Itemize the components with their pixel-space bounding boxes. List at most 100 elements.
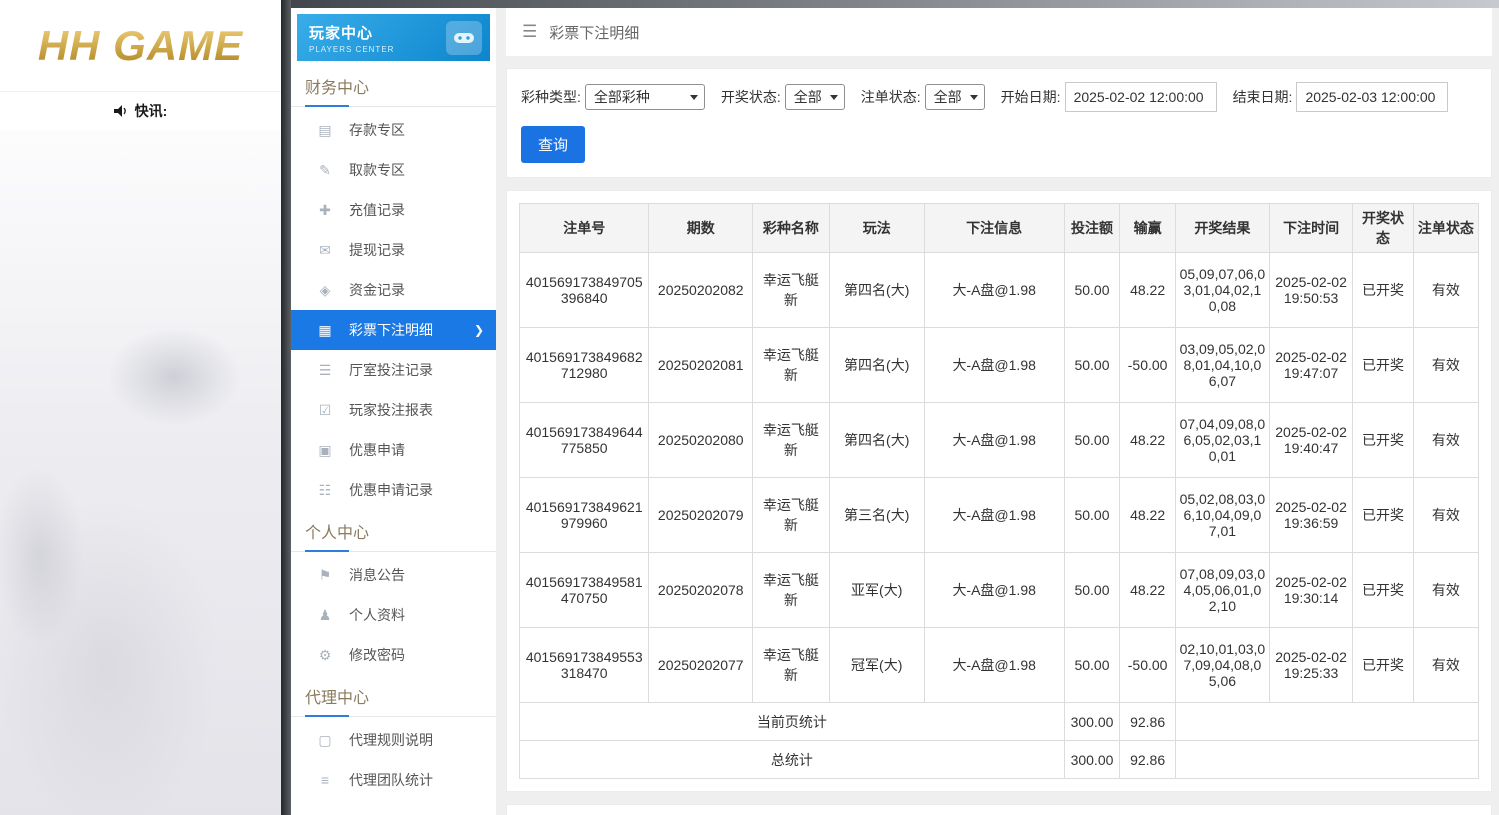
cell-order-id: 401569173849644775850: [518, 402, 650, 478]
table-row: 401569173849705396840 20250202082 幸运飞艇新 第四名…: [518, 252, 1480, 328]
table-body: 401569173849705396840 20250202082 幸运飞艇新 第四名…: [518, 252, 1480, 703]
lottery-type-select[interactable]: 全部彩种: [584, 84, 705, 110]
cell-order-status: 有效: [1412, 477, 1480, 553]
summary-label: 总统计: [519, 740, 1065, 779]
pagination-bar: 每页显示20条 共6条 首页 上一页 1 下一页 第 页 跳转: [506, 804, 1492, 815]
sidebar-item-hall-bet-record[interactable]: ☰ 厅室投注记录: [291, 350, 496, 390]
cell-bet-info: 大-A盘@1.98: [923, 402, 1065, 478]
filter-card: 彩种类型: 全部彩种 开奖状态: 全部 注单状态: 全部 开始日期: 结束日期:: [506, 68, 1492, 178]
column-header: 下注信息: [923, 203, 1065, 253]
cell-bet-info: 大-A盘@1.98: [923, 252, 1065, 328]
sidebar-item-cashout-record[interactable]: ✉ 提现记录: [291, 230, 496, 270]
sidebar-item-label: 修改密码: [349, 647, 405, 663]
sidebar-item-withdraw-zone[interactable]: ✎ 取款专区: [291, 150, 496, 190]
bet-table: 注单号 期数 彩种名称 玩法 下注信息 投注额 输赢 开奖结果 下注时间 开奖状态 注单状态 401…: [518, 203, 1480, 779]
cell-order-id: 401569173849621979960: [518, 477, 650, 553]
sidebar-item-agent-rules[interactable]: ▢ 代理规则说明: [291, 720, 496, 760]
sidebar-item-agent-team-stats[interactable]: ≡ 代理团队统计: [291, 760, 496, 800]
start-date-input[interactable]: [1064, 82, 1217, 112]
cell-bet-time: 2025-02-02 19:25:33: [1268, 627, 1354, 703]
sidebar-item-profile[interactable]: ♟ 个人资料: [291, 595, 496, 635]
draw-status-select[interactable]: 全部: [784, 84, 845, 110]
end-date-input[interactable]: [1296, 82, 1449, 112]
player-bet-report-icon: ☑: [318, 401, 332, 418]
speaker-icon: [113, 105, 126, 117]
sidebar-item-player-bet-report[interactable]: ☑ 玩家投注报表: [291, 390, 496, 430]
cell-bet-info: 大-A盘@1.98: [923, 477, 1065, 553]
cell-period: 20250202079: [648, 477, 754, 553]
top-strip: [291, 0, 1499, 8]
order-status-select[interactable]: 全部: [924, 84, 985, 110]
sidebar-item-deposit-zone[interactable]: ▤ 存款专区: [291, 110, 496, 150]
sidebar-item-label: 代理规则说明: [349, 732, 433, 748]
sidebar-item-label: 提现记录: [349, 242, 405, 258]
cell-bet-time: 2025-02-02 19:40:47: [1268, 402, 1354, 478]
background-image: [0, 130, 281, 815]
cell-lottery-name: 幸运飞艇新: [752, 627, 830, 703]
sidebar-item-label: 代理团队统计: [349, 772, 433, 788]
column-header: 注单号: [518, 203, 650, 253]
recharge-record-icon: ✚: [319, 201, 331, 218]
sidebar-item-recharge-record[interactable]: ✚ 充值记录: [291, 190, 496, 230]
cell-lottery-name: 幸运飞艇新: [752, 327, 830, 403]
sidebar-item-label: 取款专区: [349, 162, 405, 178]
cell-draw-status: 已开奖: [1352, 552, 1414, 628]
sidebar-item-promo-apply[interactable]: ▣ 优惠申请: [291, 430, 496, 470]
sidebar-section-title: 个人中心: [291, 510, 496, 552]
topbar: ☰ 彩票下注明细: [506, 8, 1492, 56]
column-header: 玩法: [828, 203, 925, 253]
cell-draw-status: 已开奖: [1352, 402, 1414, 478]
cell-bet-info: 大-A盘@1.98: [923, 552, 1065, 628]
panel-divider: [281, 0, 291, 815]
column-header: 输赢: [1119, 203, 1176, 253]
sidebar-item-promo-apply-record[interactable]: ☷ 优惠申请记录: [291, 470, 496, 510]
cell-draw-result: 05,09,07,06,03,01,04,02,10,08: [1174, 252, 1270, 328]
promo-apply-icon: ▣: [318, 441, 332, 458]
column-header: 开奖状态: [1352, 203, 1414, 253]
sidebar-item-label: 消息公告: [349, 567, 405, 583]
sidebar-nav: 财务中心 ▤ 存款专区 ✎ 取款专区 ✚ 充值记录 ✉ 提现记录 ◈ 资金记录 ▦ 彩票下注明细 ❯ ☰ 厅室…: [291, 65, 496, 800]
main-content: ☰ 彩票下注明细 彩种类型: 全部彩种 开奖状态: 全部 注单状态: 全部 开始…: [506, 8, 1492, 815]
cell-draw-result: 02,10,01,03,07,09,04,08,05,06: [1174, 627, 1270, 703]
cell-bet-info: 大-A盘@1.98: [923, 627, 1065, 703]
sidebar-section-title: 代理中心: [291, 675, 496, 717]
cell-draw-result: 07,08,09,03,04,05,06,01,02,10: [1174, 552, 1270, 628]
lottery-type-label: 彩种类型:: [521, 89, 581, 105]
start-date-label: 开始日期:: [1000, 89, 1061, 105]
summary-empty: [1174, 740, 1480, 779]
dropdown-caret-icon: [829, 94, 838, 100]
sidebar-item-change-password[interactable]: ⚙ 修改密码: [291, 635, 496, 675]
cell-draw-status: 已开奖: [1352, 327, 1414, 403]
sidebar-item-label: 玩家投注报表: [349, 402, 433, 418]
sidebar-item-lottery-bet-details[interactable]: ▦ 彩票下注明细 ❯: [291, 310, 496, 350]
chevron-right-icon: ❯: [473, 323, 484, 337]
sidebar-item-label: 存款专区: [349, 122, 405, 138]
cell-order-id: 401569173849581470750: [518, 552, 650, 628]
cell-lottery-name: 幸运飞艇新: [752, 477, 830, 553]
cell-lottery-name: 幸运飞艇新: [752, 252, 830, 328]
menu-toggle-icon[interactable]: ☰: [522, 22, 537, 42]
cell-bet-amount: 50.00: [1063, 477, 1121, 553]
cell-win-loss: -50.00: [1119, 627, 1176, 703]
cell-period: 20250202077: [648, 627, 754, 703]
agent-team-stats-icon: ≡: [320, 772, 330, 788]
cell-lottery-name: 幸运飞艇新: [752, 552, 830, 628]
cell-bet-amount: 50.00: [1063, 402, 1121, 478]
sidebar-item-label: 充值记录: [349, 202, 405, 218]
cell-draw-status: 已开奖: [1352, 252, 1414, 328]
sidebar-item-funds-record[interactable]: ◈ 资金记录: [291, 270, 496, 310]
app-root: HH GAME 快讯: 玩家中心 PLAYERS CENTER 财务中心 ▤ 存款专…: [0, 0, 1499, 815]
query-button[interactable]: 查询: [521, 126, 586, 163]
sidebar-title: 玩家中心: [309, 24, 374, 42]
funds-record-icon: ◈: [319, 281, 331, 298]
cashout-record-icon: ✉: [319, 241, 331, 258]
column-header: 注单状态: [1412, 203, 1480, 253]
sidebar-item-announcements[interactable]: ⚑ 消息公告: [291, 555, 496, 595]
sidebar-item-label: 资金记录: [349, 282, 405, 298]
cell-order-status: 有效: [1412, 627, 1480, 703]
cell-order-id: 401569173849705396840: [518, 252, 650, 328]
cell-win-loss: 48.22: [1119, 252, 1176, 328]
cell-bet-amount: 50.00: [1063, 627, 1121, 703]
cell-bet-amount: 50.00: [1063, 252, 1121, 328]
column-header: 开奖结果: [1174, 203, 1270, 253]
